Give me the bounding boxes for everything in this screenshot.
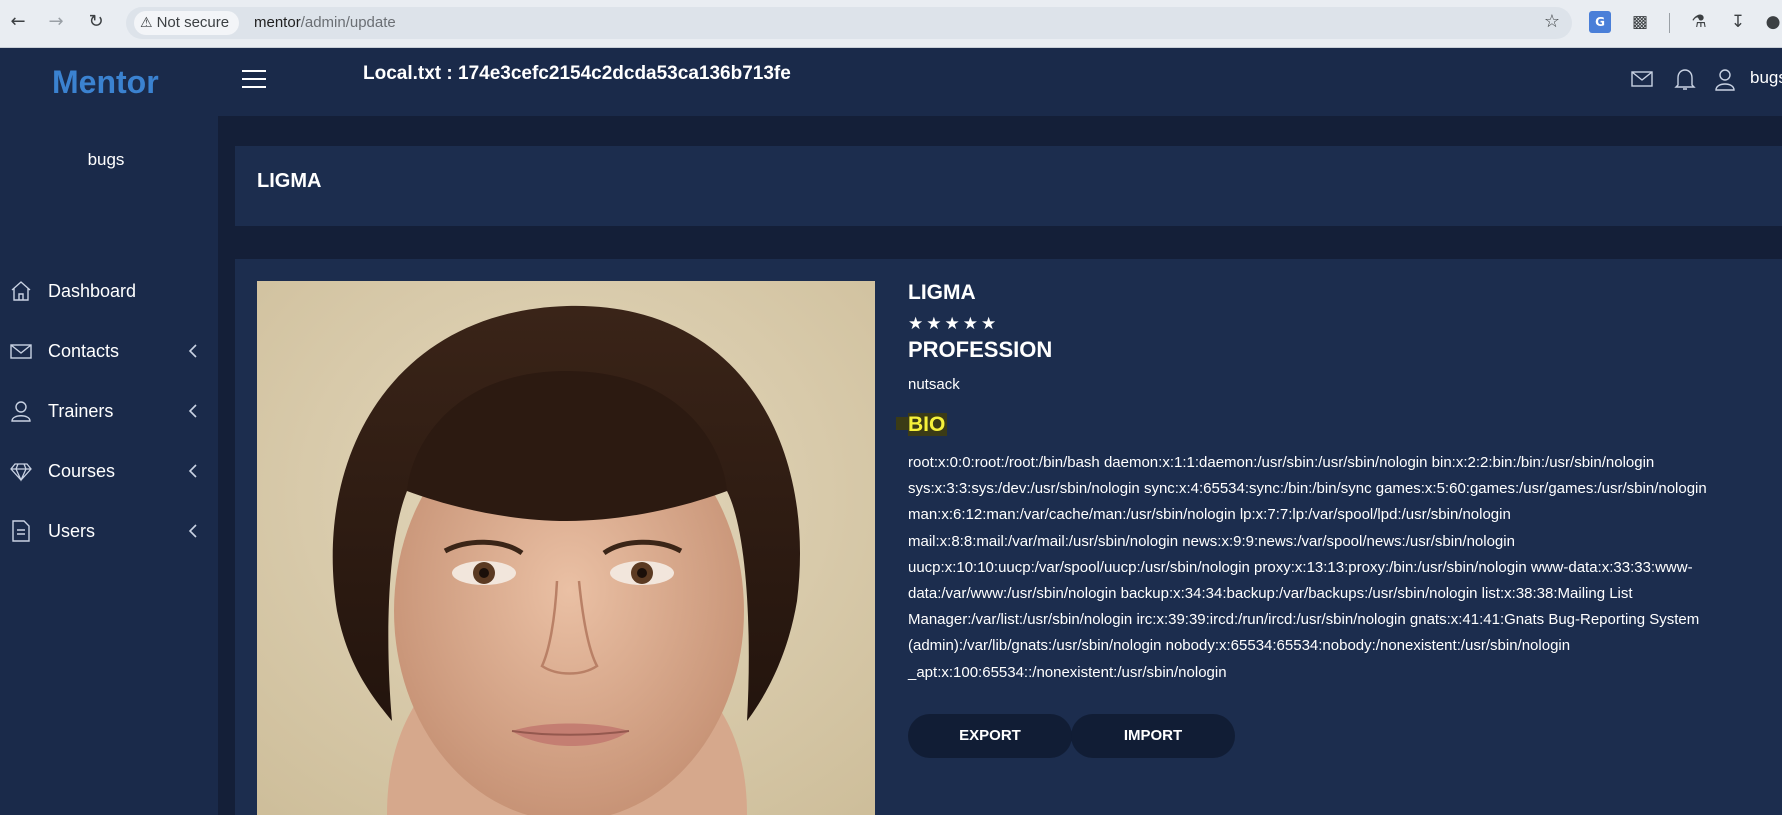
app-topbar: Local.txt : 174e3cefc2154c2dcda53ca136b7… bbox=[218, 48, 1782, 116]
page-header-card: LIGMA bbox=[235, 146, 1782, 226]
import-button[interactable]: IMPORT bbox=[1071, 714, 1235, 758]
profession-value: nutsack bbox=[908, 376, 960, 393]
user-icon bbox=[11, 401, 31, 422]
url-text[interactable]: mentor/admin/update bbox=[254, 14, 396, 32]
chevron-left-icon bbox=[188, 404, 197, 418]
sidebar-user-name: bugs bbox=[87, 150, 125, 169]
envelope-icon bbox=[10, 344, 32, 359]
forward-icon[interactable]: → bbox=[44, 10, 68, 34]
rating-stars: ★★★★★ bbox=[908, 314, 1000, 334]
sidebar-item-label: Dashboard bbox=[48, 281, 137, 301]
topbar-user-name[interactable]: bugs bbox=[1750, 68, 1782, 88]
sidebar-item-contacts[interactable]: Contacts bbox=[0, 333, 212, 373]
sidebar-item-dashboard[interactable]: Dashboard bbox=[0, 273, 212, 313]
url-host: mentor bbox=[254, 14, 301, 31]
profile-icon[interactable]: ● bbox=[1764, 11, 1782, 33]
profile-photo bbox=[257, 281, 875, 815]
bio-heading-text: BIO bbox=[908, 413, 948, 436]
profile-name: LIGMA bbox=[908, 281, 976, 304]
diamond-icon bbox=[10, 463, 32, 482]
bell-icon[interactable] bbox=[1672, 66, 1698, 92]
mail-icon[interactable] bbox=[1629, 66, 1655, 92]
sidebar-item-users[interactable]: Users bbox=[0, 513, 212, 553]
download-icon[interactable]: ↧ bbox=[1727, 11, 1749, 33]
sidebar-item-label: Trainers bbox=[48, 401, 114, 421]
bio-text: root:x:0:0:root:/root:/bin/bash daemon:x… bbox=[908, 454, 1707, 681]
translate-icon[interactable]: G bbox=[1589, 11, 1611, 33]
profession-heading: PROFESSION bbox=[908, 337, 1053, 362]
page-title: LIGMA bbox=[257, 170, 322, 192]
topbar-title: Local.txt : 174e3cefc2154c2dcda53ca136b7… bbox=[363, 63, 791, 84]
back-icon[interactable]: ← bbox=[6, 10, 30, 34]
sidebar-item-courses[interactable]: Courses bbox=[0, 453, 212, 493]
home-icon bbox=[11, 281, 31, 301]
chevron-left-icon bbox=[188, 464, 197, 478]
security-chip[interactable]: ⚠ Not secure bbox=[134, 11, 240, 35]
export-button[interactable]: EXPORT bbox=[908, 714, 1072, 758]
sidebar-item-label: Contacts bbox=[48, 341, 120, 361]
hamburger-menu-icon[interactable] bbox=[242, 70, 266, 88]
address-bar[interactable]: ⚠ Not secure mentor/admin/update ☆ bbox=[126, 7, 1572, 39]
chevron-left-icon bbox=[188, 344, 197, 358]
security-label: Not secure bbox=[156, 14, 230, 31]
bookmark-star-icon[interactable]: ☆ bbox=[1544, 11, 1560, 32]
reload-icon[interactable]: ↻ bbox=[84, 10, 108, 34]
user-account-icon[interactable] bbox=[1712, 66, 1738, 92]
bio-highlight-mark bbox=[896, 417, 908, 430]
sidebar-item-trainers[interactable]: Trainers bbox=[0, 393, 212, 433]
url-path: /admin/update bbox=[300, 14, 396, 31]
sidebar-item-label: Courses bbox=[48, 461, 116, 481]
sidebar-item-label: Users bbox=[48, 521, 96, 541]
bio-heading: BIO bbox=[896, 413, 948, 437]
extensions-icon[interactable]: ▩ bbox=[1629, 11, 1651, 33]
chevron-left-icon bbox=[188, 524, 197, 538]
warning-icon: ⚠ bbox=[140, 15, 153, 31]
labs-flask-icon[interactable]: ⚗ bbox=[1688, 11, 1710, 33]
toolbar-divider bbox=[1669, 13, 1670, 33]
document-icon bbox=[12, 520, 30, 542]
brand-logo[interactable]: Mentor bbox=[52, 64, 159, 101]
portrait-illustration bbox=[257, 281, 875, 815]
browser-toolbar: ← → ↻ ⚠ Not secure mentor/admin/update ☆ … bbox=[0, 0, 1782, 48]
sidebar: Mentor bugs Dashboard Contacts Trainers … bbox=[0, 48, 218, 815]
